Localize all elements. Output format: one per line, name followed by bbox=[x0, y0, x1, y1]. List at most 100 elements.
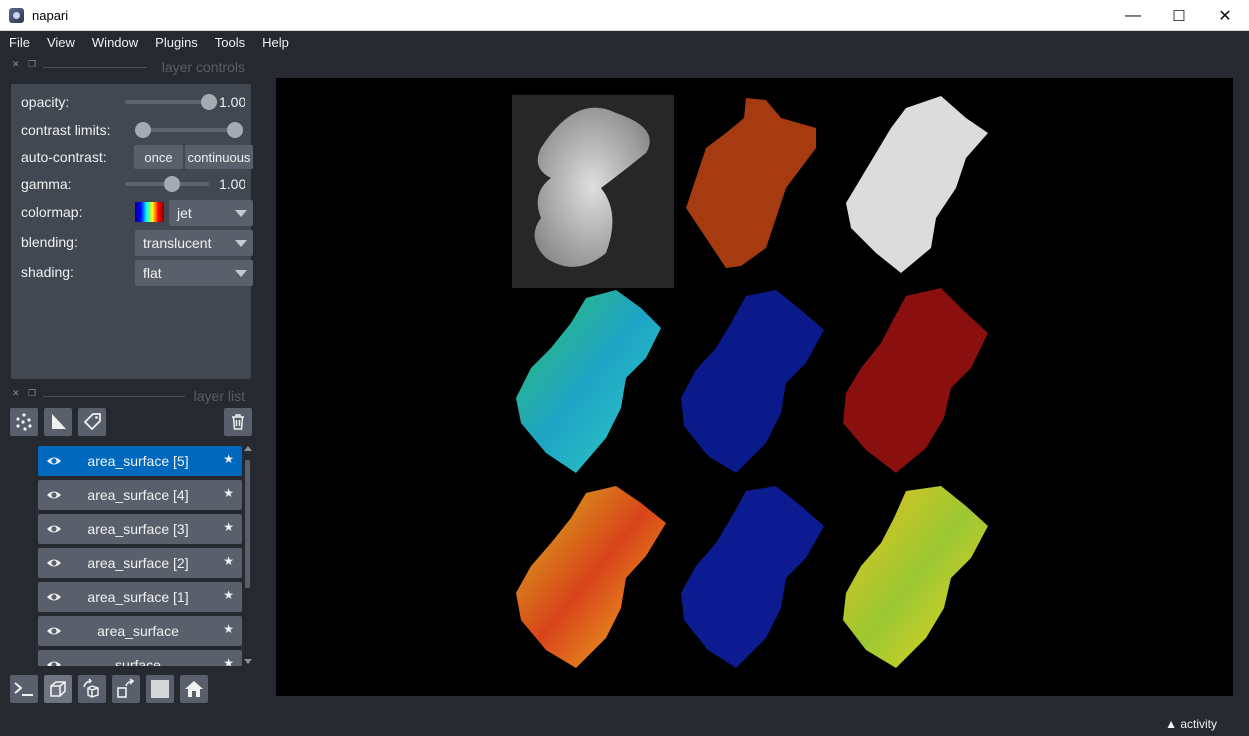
colormap-preview bbox=[135, 202, 164, 222]
layer-name: area_surface [2] bbox=[87, 555, 189, 571]
surface-layer-blue-1 bbox=[681, 290, 824, 473]
close-dock-icon[interactable]: ✕ bbox=[12, 60, 21, 69]
once-button[interactable]: once bbox=[134, 145, 183, 169]
new-labels-layer-button[interactable] bbox=[78, 408, 106, 436]
shading-value: flat bbox=[143, 265, 162, 281]
scroll-down-icon[interactable] bbox=[244, 659, 252, 664]
layer-row[interactable]: surface ★ bbox=[38, 650, 242, 666]
minimize-button[interactable]: — bbox=[1110, 0, 1156, 31]
layer-row[interactable]: area_surface [2] ★ bbox=[38, 548, 242, 578]
layer-row[interactable]: area_surface [4] ★ bbox=[38, 480, 242, 510]
console-button[interactable] bbox=[10, 675, 38, 703]
napari-window: napari — ☐ ✕ File View Window Plugins To… bbox=[0, 0, 1249, 736]
continuous-button[interactable]: continuous bbox=[185, 145, 253, 169]
colormap-label: colormap: bbox=[21, 204, 83, 220]
opacity-label: opacity: bbox=[21, 94, 70, 110]
layer-name: area_surface bbox=[97, 623, 179, 639]
delete-layer-button[interactable] bbox=[224, 408, 252, 436]
grid-view-button[interactable] bbox=[146, 675, 174, 703]
auto-contrast-row: auto-contrast: once continuous bbox=[21, 145, 253, 169]
eye-icon[interactable] bbox=[46, 488, 62, 502]
layer-row[interactable]: area_surface [1] ★ bbox=[38, 582, 242, 612]
opacity-value: 1.00 bbox=[219, 94, 245, 110]
gamma-row: gamma: 1.00 bbox=[21, 172, 245, 196]
surface-layer-jet-1 bbox=[516, 290, 661, 473]
menu-tools[interactable]: Tools bbox=[206, 32, 253, 54]
float-dock-icon[interactable]: ❐ bbox=[28, 389, 37, 398]
contrast-limits-slider[interactable] bbox=[139, 128, 239, 132]
divider bbox=[43, 396, 185, 397]
ndisplay-button[interactable] bbox=[44, 675, 72, 703]
transpose-icon bbox=[117, 678, 135, 698]
shading-row: shading: flat bbox=[21, 260, 253, 286]
scrollbar-thumb[interactable] bbox=[245, 460, 250, 588]
layer-name: area_surface [3] bbox=[87, 521, 189, 537]
chevron-down-icon bbox=[235, 270, 247, 277]
layer-row[interactable]: area_surface [5] ★ bbox=[38, 446, 242, 476]
eye-icon[interactable] bbox=[46, 556, 62, 570]
chevron-down-icon bbox=[235, 210, 247, 217]
menu-view[interactable]: View bbox=[38, 32, 83, 54]
gamma-value: 1.00 bbox=[219, 176, 245, 192]
3d-cube-icon bbox=[50, 681, 66, 697]
viewer-canvas[interactable] bbox=[276, 78, 1233, 696]
eye-icon[interactable] bbox=[46, 522, 62, 536]
layer-list-title: layer list bbox=[193, 388, 245, 404]
roll-cube-icon bbox=[83, 678, 99, 698]
activity-button[interactable]: ▲ activity bbox=[1165, 717, 1217, 731]
trash-icon bbox=[232, 414, 244, 430]
terminal-icon bbox=[14, 682, 33, 696]
opacity-slider-handle[interactable] bbox=[201, 94, 217, 110]
layer-name: area_surface [5] bbox=[87, 453, 189, 469]
colormap-value: jet bbox=[177, 205, 192, 221]
menu-window[interactable]: Window bbox=[83, 32, 146, 54]
surface-layer-jet-3 bbox=[843, 486, 988, 668]
contrast-max-handle[interactable] bbox=[227, 122, 243, 138]
star-icon: ★ bbox=[223, 520, 234, 534]
opacity-row: opacity: 1.00 bbox=[21, 90, 245, 114]
blending-row: blending: translucent bbox=[21, 230, 253, 256]
home-button[interactable] bbox=[180, 675, 208, 703]
eye-icon[interactable] bbox=[46, 454, 62, 468]
menu-plugins[interactable]: Plugins bbox=[146, 32, 206, 54]
gamma-slider-handle[interactable] bbox=[164, 176, 180, 192]
eye-icon[interactable] bbox=[46, 624, 62, 638]
roll-dims-button[interactable] bbox=[78, 675, 106, 703]
title-bar: napari — ☐ ✕ bbox=[0, 0, 1249, 31]
float-dock-icon[interactable]: ❐ bbox=[28, 60, 37, 69]
close-button[interactable]: ✕ bbox=[1202, 0, 1248, 31]
eye-icon[interactable] bbox=[46, 658, 62, 666]
maximize-button[interactable]: ☐ bbox=[1156, 0, 1202, 31]
window-title: napari bbox=[32, 8, 69, 23]
star-icon: ★ bbox=[223, 486, 234, 500]
shading-dropdown[interactable]: flat bbox=[135, 260, 253, 286]
eye-icon[interactable] bbox=[46, 590, 62, 604]
layer-row[interactable]: area_surface [3] ★ bbox=[38, 514, 242, 544]
menu-bar: File View Window Plugins Tools Help bbox=[0, 32, 1249, 54]
contrast-min-handle[interactable] bbox=[135, 122, 151, 138]
new-shapes-layer-button[interactable] bbox=[44, 408, 72, 436]
surface-layer-red bbox=[843, 288, 988, 473]
new-points-layer-button[interactable] bbox=[10, 408, 38, 436]
contrast-limits-label: contrast limits: bbox=[21, 122, 111, 138]
labels-layer-blob bbox=[686, 98, 816, 268]
star-icon: ★ bbox=[223, 622, 234, 636]
activity-label: activity bbox=[1180, 717, 1217, 731]
chevron-down-icon bbox=[235, 240, 247, 247]
contrast-limits-row: contrast limits: bbox=[21, 118, 245, 142]
blending-dropdown[interactable]: translucent bbox=[135, 230, 253, 256]
scroll-up-icon[interactable] bbox=[244, 446, 252, 451]
layer-list: area_surface [5] ★ area_surface [4] ★ area_s… bbox=[11, 444, 256, 666]
layer-row[interactable]: area_surface ★ bbox=[38, 616, 242, 646]
close-dock-icon[interactable]: ✕ bbox=[12, 389, 21, 398]
auto-contrast-label: auto-contrast: bbox=[21, 149, 107, 165]
layer-list-scrollbar[interactable] bbox=[244, 446, 252, 664]
transpose-dims-button[interactable] bbox=[112, 675, 140, 703]
square-icon bbox=[151, 680, 169, 698]
menu-file[interactable]: File bbox=[0, 32, 38, 54]
shapes-icon bbox=[52, 414, 66, 429]
colormap-dropdown[interactable]: jet bbox=[169, 200, 253, 226]
layer-name: surface bbox=[115, 657, 161, 666]
opacity-slider[interactable] bbox=[125, 100, 209, 104]
menu-help[interactable]: Help bbox=[253, 32, 297, 54]
